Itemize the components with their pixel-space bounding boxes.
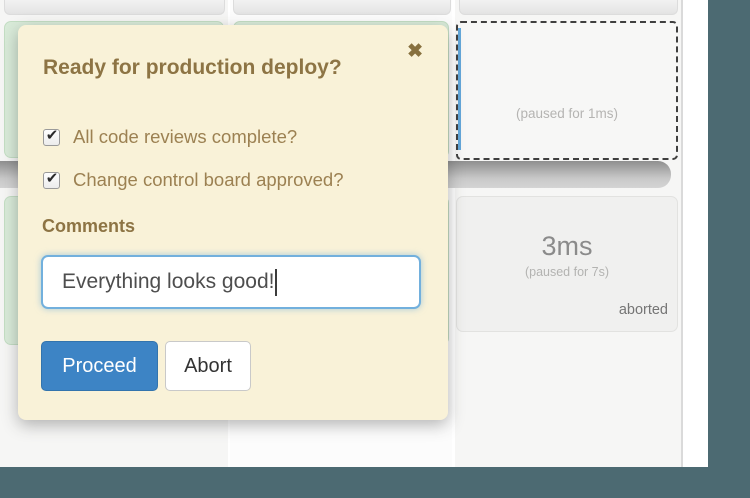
stage-paused-note: (paused for 1ms) (458, 106, 676, 121)
pipeline-screen: (paused for 1ms) 3ms (paused for 7s) abo… (0, 0, 750, 498)
dialog-button-row: Proceed Abort (41, 341, 251, 391)
checkbox-label-code-reviews: All code reviews complete? (73, 126, 297, 148)
checkbox-label-change-control: Change control board approved? (73, 169, 344, 191)
checkbox-row-change-control: ✔ Change control board approved? (43, 169, 344, 191)
stage-card-aborted[interactable]: 3ms (paused for 7s) aborted (456, 196, 678, 332)
close-icon[interactable]: ✖ (407, 42, 423, 61)
previous-row-card-edge-1 (4, 0, 225, 15)
comments-input[interactable]: Everything looks good! (41, 255, 421, 309)
previous-row-card-edge-2 (233, 0, 451, 15)
text-caret (275, 269, 277, 296)
input-dialog: ✖ Ready for production deploy? ✔ All cod… (18, 25, 448, 420)
stage-card-paused[interactable]: (paused for 1ms) (456, 21, 678, 160)
abort-button[interactable]: Abort (165, 341, 251, 391)
comments-label: Comments (42, 216, 135, 237)
dialog-title: Ready for production deploy? (43, 56, 342, 80)
checkbox-code-reviews[interactable]: ✔ (43, 129, 60, 146)
proceed-button[interactable]: Proceed (41, 341, 158, 391)
checkmark-icon: ✔ (46, 128, 59, 143)
stage-progress-indicator (458, 28, 461, 150)
checkbox-row-code-reviews: ✔ All code reviews complete? (43, 126, 297, 148)
stage-duration: 3ms (457, 231, 677, 262)
checkmark-icon: ✔ (46, 171, 59, 186)
stage-status-badge: aborted (619, 302, 668, 318)
previous-row-card-edge-3 (459, 0, 678, 15)
comments-input-value: Everything looks good! (62, 270, 274, 294)
stage-paused-note: (paused for 7s) (457, 265, 677, 279)
checkbox-change-control[interactable]: ✔ (43, 172, 60, 189)
